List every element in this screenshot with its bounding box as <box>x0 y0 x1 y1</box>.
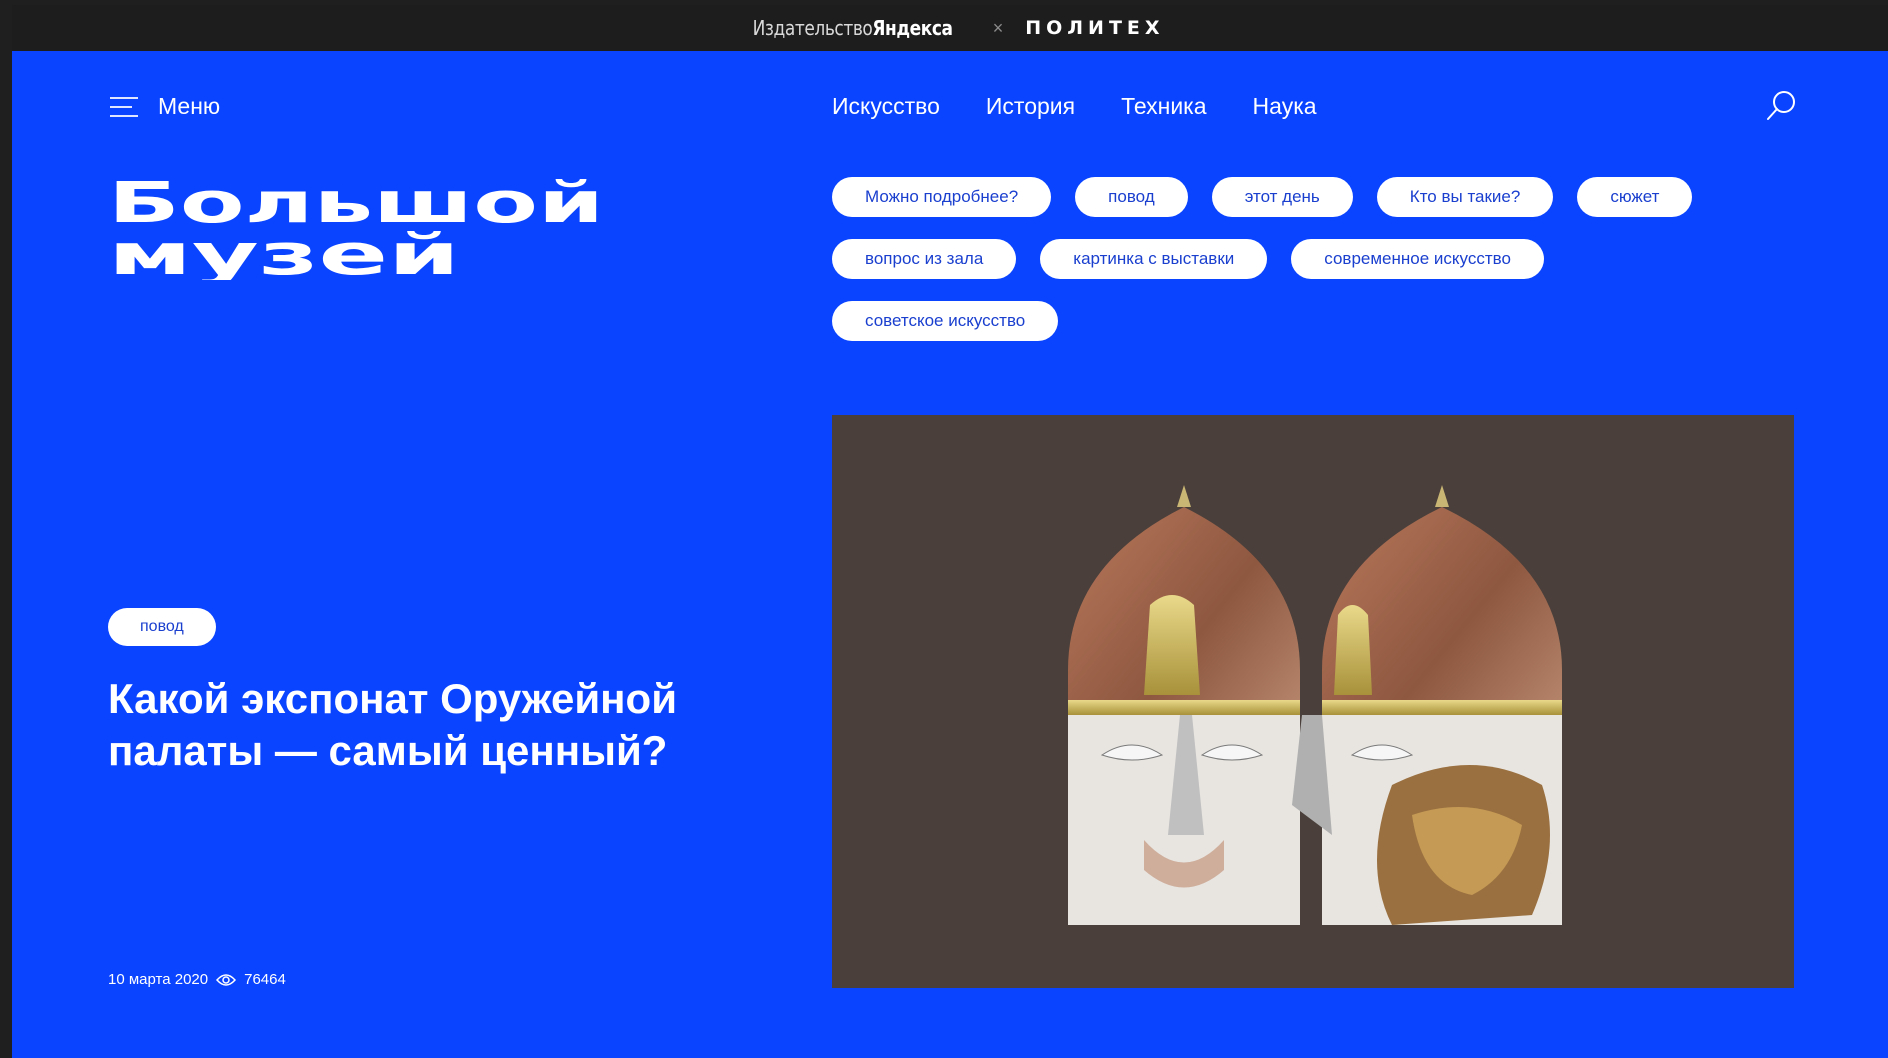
logo-line-2: музей <box>108 223 460 280</box>
site-logo[interactable]: Большой музей <box>108 178 608 280</box>
nav-item-history[interactable]: История <box>986 93 1075 120</box>
article-title[interactable]: Какой экспонат Оружейной палаты — самый … <box>108 673 788 777</box>
tag-who-are-you[interactable]: Кто вы такие? <box>1376 177 1554 217</box>
tag-occasion[interactable]: повод <box>1075 177 1188 217</box>
tag-more-details[interactable]: Можно подробнее? <box>832 177 1052 217</box>
tag-this-day[interactable]: этот день <box>1211 177 1353 217</box>
eye-icon <box>216 973 237 986</box>
article-tag[interactable]: повод <box>108 608 216 646</box>
nav-item-technology[interactable]: Техника <box>1121 93 1206 120</box>
helmets-illustration <box>1068 485 1562 925</box>
tag-row: Можно подробнее? повод этот день Кто вы … <box>832 177 1832 217</box>
nav-item-art[interactable]: Искусство <box>832 93 940 120</box>
publisher-prefix: Издательство <box>753 16 873 40</box>
article-views: 76464 <box>244 971 286 988</box>
separator: × <box>992 17 1004 38</box>
article-date: 10 марта 2020 <box>108 971 209 988</box>
search-icon[interactable] <box>1764 89 1798 123</box>
article-image[interactable] <box>832 415 1794 988</box>
menu-label: Меню <box>158 93 221 119</box>
publisher-name: Яндекса <box>872 16 954 40</box>
tag-row: советское искусство <box>832 301 1832 341</box>
article-meta: 10 марта 2020 76464 <box>108 971 286 988</box>
tag-plot[interactable]: сюжет <box>1577 177 1693 217</box>
main-nav: Искусство История Техника Наука <box>832 93 1317 120</box>
tag-question-from-hall[interactable]: вопрос из зала <box>832 239 1017 279</box>
nav-item-science[interactable]: Наука <box>1253 93 1317 120</box>
menu-icon <box>110 96 138 117</box>
publisher-label[interactable]: ИздательствоЯндекса <box>753 16 953 40</box>
tag-row: вопрос из зала картинка с выставки совре… <box>832 239 1832 279</box>
tag-exhibition-picture[interactable]: картинка с выставки <box>1040 239 1268 279</box>
page-frame: ИздательствоЯндекса × ПОЛИТЕХ Меню Искус… <box>12 5 1888 1058</box>
partner-logo[interactable]: ПОЛИТЕХ <box>1025 17 1164 39</box>
tag-soviet-art[interactable]: советское искусство <box>832 301 1059 341</box>
partner-bar: ИздательствоЯндекса × ПОЛИТЕХ <box>12 5 1888 51</box>
tag-cloud: Можно подробнее? повод этот день Кто вы … <box>832 177 1832 363</box>
menu-button[interactable]: Меню <box>110 93 220 120</box>
tag-contemporary-art[interactable]: современное искусство <box>1291 239 1544 279</box>
